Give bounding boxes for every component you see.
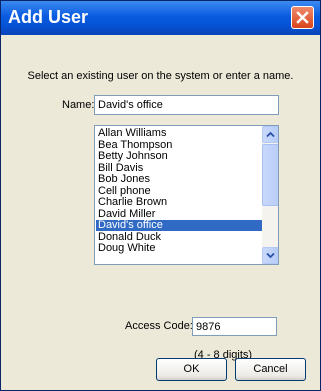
list-item[interactable]: Cell phone	[96, 185, 263, 197]
title-bar[interactable]: Add User	[1, 1, 320, 35]
add-user-dialog: Add User Select an existing user on the …	[0, 0, 321, 391]
name-label: Name:	[62, 99, 95, 111]
list-item[interactable]: Charlie Brown	[96, 197, 263, 208]
user-list[interactable]: Allan Williams Bea Thompson Betty Johnson B…	[94, 125, 279, 265]
scroll-up-button[interactable]	[262, 126, 278, 143]
access-code-input[interactable]	[192, 317, 277, 336]
name-input[interactable]	[94, 95, 279, 115]
list-item[interactable]: Betty Johnson	[96, 151, 263, 162]
list-item[interactable]: Donald Duck	[96, 231, 263, 243]
close-button[interactable]	[291, 6, 314, 29]
vertical-scrollbar[interactable]	[262, 126, 278, 264]
list-item[interactable]: Bea Thompson	[96, 139, 263, 151]
list-item[interactable]: Allan Williams	[96, 128, 263, 139]
ok-button[interactable]: OK	[156, 358, 227, 381]
list-item[interactable]: David Miller	[96, 208, 263, 220]
list-item[interactable]: Bill Davis	[96, 162, 263, 174]
list-item[interactable]: Bob Jones	[96, 174, 263, 185]
scroll-down-button[interactable]	[262, 247, 278, 264]
cancel-button[interactable]: Cancel	[235, 358, 306, 381]
list-item[interactable]: Doug White	[96, 243, 263, 254]
instruction-text: Select an existing user on the system or…	[27, 70, 294, 82]
dialog-title: Add User	[8, 7, 89, 27]
close-icon	[296, 11, 309, 24]
scroll-thumb[interactable]	[262, 144, 278, 206]
chevron-up-icon	[266, 131, 275, 138]
chevron-down-icon	[266, 252, 275, 259]
list-item[interactable]: David's office	[96, 220, 263, 231]
access-code-label: Access Code:	[125, 320, 193, 332]
